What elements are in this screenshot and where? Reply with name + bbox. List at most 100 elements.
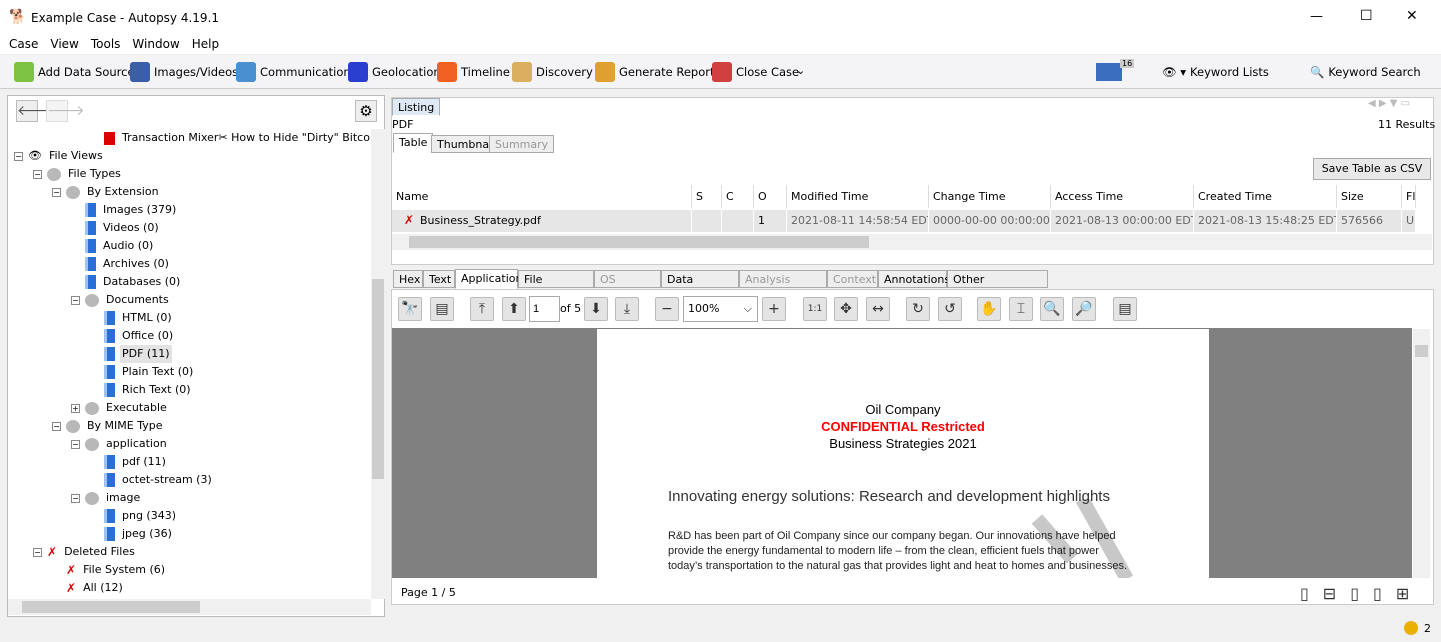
tree-node[interactable]: − application xyxy=(71,435,169,453)
viewer-tab-file-metadata[interactable]: File Metadata xyxy=(518,270,594,303)
menu-tools[interactable]: Tools xyxy=(91,37,121,51)
marquee-zoom-icon[interactable]: 🔍 xyxy=(1040,297,1064,321)
table-cell[interactable]: 0000-00-00 00:00:00 xyxy=(929,210,1051,232)
dynamic-zoom-icon[interactable]: 🔎 xyxy=(1072,297,1096,321)
menu-help[interactable]: Help xyxy=(192,37,219,51)
table-cell[interactable]: Business_Strategy.pdf xyxy=(392,210,692,232)
tree-node[interactable]: pdf (11) xyxy=(90,453,168,471)
tree-node[interactable]: Office (0) xyxy=(90,327,175,345)
maximize-button[interactable]: ☐ xyxy=(1360,8,1373,24)
tree-node[interactable]: Archives (0) xyxy=(71,255,171,273)
tree-node[interactable]: ✗ All (12) xyxy=(52,579,125,597)
menu-view[interactable]: View xyxy=(50,37,78,51)
viewer-tab-text[interactable]: Text xyxy=(423,270,455,288)
fit-width-icon[interactable]: ↔ xyxy=(866,297,890,321)
pdf-vertical-scrollbar[interactable] xyxy=(1413,329,1430,578)
column-header[interactable]: Access Time xyxy=(1051,185,1194,208)
viewer-tab-other-occurrences[interactable]: Other Occurrences xyxy=(947,270,1048,303)
zoom-out-icon[interactable]: − xyxy=(655,297,679,321)
viewer-tab-context[interactable]: Context xyxy=(827,270,878,288)
rotate-clockwise-icon[interactable]: ↻ xyxy=(906,297,930,321)
previous-page-icon[interactable]: ⬆ xyxy=(502,297,526,321)
pan-tool-icon[interactable]: ✋ xyxy=(977,297,1001,321)
tree-node[interactable]: − image xyxy=(71,489,142,507)
column-header[interactable]: Change Time xyxy=(929,185,1051,208)
toolbar-add-data-source-button[interactable]: Add Data Source xyxy=(14,61,135,83)
tree-node[interactable]: Audio (0) xyxy=(71,237,155,255)
zoom-in-icon[interactable]: + xyxy=(762,297,786,321)
viewer-tab-data-artifacts[interactable]: Data Artifacts xyxy=(661,270,739,303)
collapse-icon[interactable]: − xyxy=(71,439,80,449)
fit-page-icon[interactable]: ✥ xyxy=(834,297,858,321)
keyword-lists-button[interactable]: 👁 ▾ Keyword Lists xyxy=(1162,61,1269,83)
column-header[interactable]: S xyxy=(692,185,722,208)
toolbar-discovery-button[interactable]: Discovery xyxy=(512,61,593,83)
table-cell[interactable] xyxy=(692,210,722,232)
page-number-input[interactable] xyxy=(529,296,560,322)
expand-icon[interactable]: + xyxy=(71,403,80,413)
notification-icon[interactable] xyxy=(1404,621,1418,635)
table-cell[interactable]: 2021-08-11 14:58:54 EDT xyxy=(787,210,929,232)
tree-node[interactable]: PDF (11) xyxy=(90,345,172,363)
tree-node[interactable]: png (343) xyxy=(90,507,178,525)
column-header[interactable]: Modified Time xyxy=(787,185,929,208)
tree-node[interactable]: − File Types xyxy=(33,165,123,183)
tree-node[interactable]: − 👁 File Views xyxy=(14,147,105,165)
tab-listing[interactable]: Listing xyxy=(392,98,441,116)
minimize-button[interactable]: — xyxy=(1310,9,1323,24)
page-layout-buttons[interactable]: ▯⊟▯▯⊞ xyxy=(1300,584,1423,603)
tree-node[interactable]: jpeg (36) xyxy=(90,525,174,543)
menu-window[interactable]: Window xyxy=(132,37,179,51)
toolbar-overflow-icon[interactable]: ⌄ xyxy=(796,64,805,77)
table-cell[interactable] xyxy=(722,210,754,232)
document-properties-icon[interactable]: ▤ xyxy=(430,297,454,321)
tree-node[interactable]: Transaction Mixer✂ How to Hide "Dirty" B… xyxy=(90,129,370,147)
toolbar-communications-button[interactable]: Communications xyxy=(236,61,357,83)
column-header[interactable]: C xyxy=(722,185,754,208)
table-cell[interactable]: 1 xyxy=(754,210,787,232)
subtab-summary[interactable]: Summary xyxy=(489,135,555,153)
collapse-icon[interactable]: − xyxy=(71,295,80,305)
select-tool-icon[interactable]: ⌶ xyxy=(1009,297,1033,321)
messages-icon[interactable] xyxy=(1096,63,1122,81)
column-header[interactable]: Size xyxy=(1337,185,1402,208)
column-header[interactable]: O xyxy=(754,185,787,208)
keyword-search-button[interactable]: 🔍 Keyword Search xyxy=(1310,61,1421,83)
table-cell[interactable]: 2021-08-13 00:00:00 EDT xyxy=(1051,210,1194,232)
page-thumbnails-icon[interactable]: ▤ xyxy=(1113,297,1137,321)
toolbar-geolocation-button[interactable]: Geolocation xyxy=(348,61,441,83)
subtab-table[interactable]: Table xyxy=(393,133,434,153)
tree-node[interactable]: − By MIME Type xyxy=(52,417,165,435)
tree-node[interactable]: Databases (0) xyxy=(71,273,182,291)
tab-nav-icons[interactable]: ◀ ▶ ▼ ▭ xyxy=(1368,98,1410,109)
close-button[interactable]: ✕ xyxy=(1406,8,1418,24)
tree-node[interactable]: − ✗ Deleted Files xyxy=(33,543,137,561)
tree-node[interactable]: Plain Text (0) xyxy=(90,363,195,381)
back-button[interactable]: 🡐 xyxy=(16,100,55,122)
collapse-icon[interactable]: − xyxy=(14,151,23,161)
table-cell[interactable]: 2021-08-13 15:48:25 EDT xyxy=(1194,210,1337,232)
save-csv-button[interactable]: Save Table as CSV xyxy=(1313,158,1431,180)
toolbar-generate-report-button[interactable]: Generate Report xyxy=(595,61,715,83)
collapse-icon[interactable]: − xyxy=(33,547,42,557)
tree-node[interactable]: + Executable xyxy=(71,399,169,417)
zoom-select[interactable]: 100% ⌵ xyxy=(683,296,758,322)
tree-node[interactable]: Rich Text (0) xyxy=(90,381,193,399)
collapse-icon[interactable]: − xyxy=(33,169,42,179)
toolbar-images-videos-button[interactable]: Images/Videos xyxy=(130,61,238,83)
tree-node[interactable]: octet-stream (3) xyxy=(90,471,214,489)
tree-node[interactable]: − Documents xyxy=(71,291,171,309)
last-page-icon[interactable]: ⤓ xyxy=(615,297,639,321)
viewer-tab-os-account[interactable]: OS Account xyxy=(594,270,661,303)
table-cell[interactable]: U xyxy=(1402,210,1416,232)
viewer-tab-analysis-results[interactable]: Analysis Results xyxy=(739,270,827,303)
collapse-icon[interactable]: − xyxy=(52,421,61,431)
column-header[interactable]: Fl xyxy=(1402,185,1416,208)
column-header[interactable]: Name xyxy=(392,185,692,208)
toolbar-close-case-button[interactable]: Close Case xyxy=(712,61,799,83)
find-icon[interactable]: 🔭 xyxy=(398,297,422,321)
rotate-counterclockwise-icon[interactable]: ↺ xyxy=(938,297,962,321)
first-page-icon[interactable]: ⤒ xyxy=(470,297,494,321)
tree-node[interactable]: ✗ File System (6) xyxy=(52,561,167,579)
collapse-icon[interactable]: − xyxy=(71,493,80,503)
